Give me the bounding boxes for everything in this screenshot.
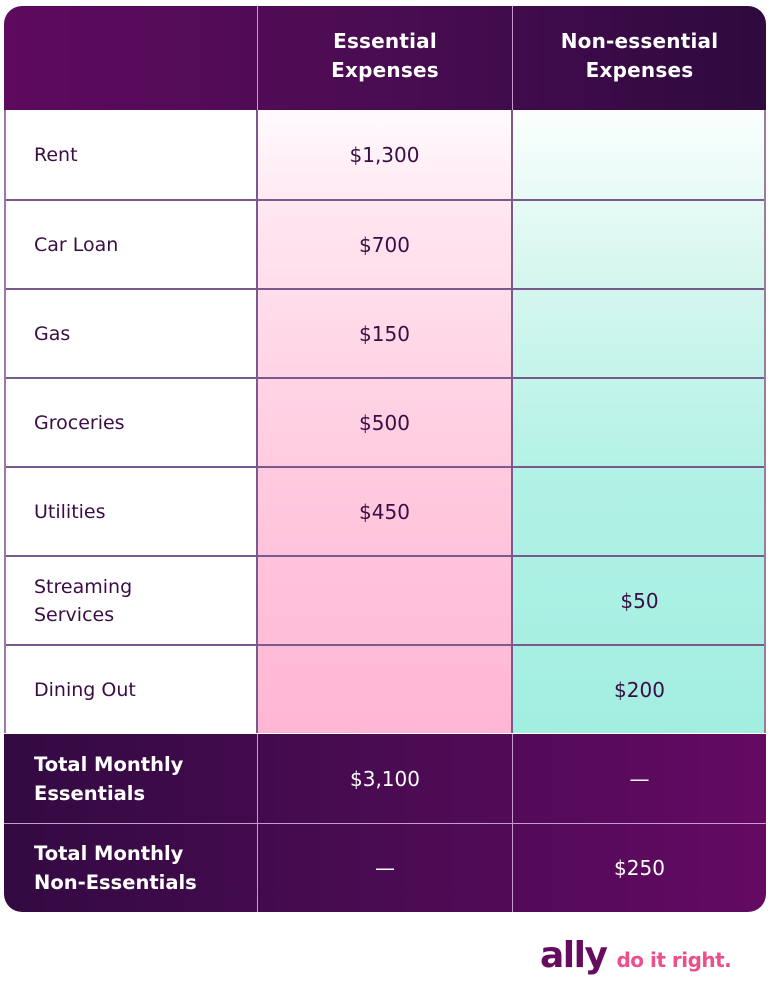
non-essential-value: $50 <box>513 555 766 644</box>
table-row-car-loan: Car Loan $700 <box>4 199 766 288</box>
total-label: Total Monthly Non-Essentials <box>4 823 258 912</box>
total-row-essentials: Total Monthly Essentials $3,100 — <box>4 734 766 823</box>
row-label: Utilities <box>4 466 258 555</box>
total-row-non-essentials: Total Monthly Non-Essentials — $250 <box>4 823 766 912</box>
row-label-line: Services <box>34 603 115 626</box>
expense-table: Essential Expenses Non-essential Expenses … <box>4 6 766 912</box>
header-empty-cell <box>4 6 258 110</box>
total-label-line: Total Monthly <box>34 842 184 865</box>
table-header: Essential Expenses Non-essential Expenses <box>4 6 766 110</box>
header-text-line: Essential <box>333 29 437 53</box>
non-essential-value <box>513 288 766 377</box>
table-row-dining-out: Dining Out $200 <box>4 644 766 733</box>
header-non-essential-expenses: Non-essential Expenses <box>513 6 766 110</box>
ally-logo: ally <box>540 935 608 976</box>
essential-value: $700 <box>258 199 513 288</box>
table-row-utilities: Utilities $450 <box>4 466 766 555</box>
row-label: Groceries <box>4 377 258 466</box>
table-row-groceries: Groceries $500 <box>4 377 766 466</box>
row-label-line: Streaming <box>34 575 133 598</box>
header-text-line: Non-essential <box>560 29 719 53</box>
table-row-gas: Gas $150 <box>4 288 766 377</box>
total-non-essential-value: $250 <box>513 823 766 912</box>
essential-value: $450 <box>258 466 513 555</box>
non-essential-value <box>513 110 766 199</box>
non-essential-value: $200 <box>513 644 766 733</box>
essential-value <box>258 555 513 644</box>
total-label-line: Essentials <box>34 781 146 805</box>
non-essential-value <box>513 377 766 466</box>
row-label: Rent <box>4 110 258 199</box>
row-label: Dining Out <box>4 644 258 733</box>
right-border <box>764 110 766 733</box>
header-essential-expenses: Essential Expenses <box>258 6 513 110</box>
row-label: Car Loan <box>4 199 258 288</box>
essential-value: $500 <box>258 377 513 466</box>
total-non-essential-value: — <box>629 766 650 791</box>
row-label: Streaming Services <box>4 555 258 644</box>
non-essential-value <box>513 199 766 288</box>
total-label-line: Total Monthly <box>34 752 184 776</box>
total-label-line: Non-Essentials <box>34 871 197 894</box>
essential-value: $1,300 <box>258 110 513 199</box>
table-row-rent: Rent $1,300 <box>4 110 766 199</box>
total-label: Total Monthly Essentials <box>4 734 258 823</box>
left-border <box>4 110 6 733</box>
header-text-line: Expenses <box>331 58 439 82</box>
non-essential-value <box>513 466 766 555</box>
total-essential-value: — <box>258 823 513 912</box>
table-row-streaming-services: Streaming Services $50 <box>4 555 766 644</box>
essential-value <box>258 644 513 733</box>
row-label: Gas <box>4 288 258 377</box>
brand-footer: ally do it right. <box>540 935 732 976</box>
brand-tagline: do it right. <box>616 948 732 972</box>
total-essential-value: $3,100 <box>258 734 513 823</box>
header-text-line: Expenses <box>585 58 694 82</box>
essential-value: $150 <box>258 288 513 377</box>
